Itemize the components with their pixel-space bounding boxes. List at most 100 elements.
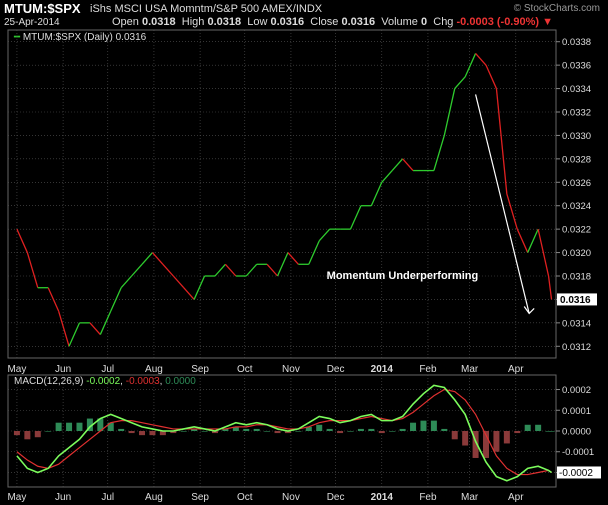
price-line-segment — [266, 263, 279, 277]
x-tick-label: May — [7, 492, 26, 503]
macd-histogram-bar — [55, 422, 62, 431]
macd-histogram-bar — [368, 428, 375, 431]
price-line-segment — [495, 88, 508, 195]
price-y-tick-label: 0.0332 — [562, 108, 591, 119]
price-line-segment — [193, 275, 206, 300]
x-tick-label: Feb — [419, 492, 437, 503]
macd-histogram-bar — [389, 431, 396, 432]
price-line-segment — [349, 205, 362, 230]
price-y-tick-label: 0.0326 — [562, 178, 591, 189]
price-line-segment — [391, 158, 404, 172]
macd-histogram-bar — [410, 422, 417, 431]
price-line-segment — [183, 287, 195, 300]
macd-histogram-bar — [337, 431, 344, 434]
macd-histogram-bar — [295, 431, 302, 432]
price-line-segment — [433, 135, 445, 171]
macd-histogram-bar — [264, 431, 271, 432]
x-tick-label: Dec — [327, 492, 345, 503]
price-line-segment — [443, 88, 456, 136]
x-tick-label: Apr — [508, 364, 524, 375]
x-tick-label: Oct — [237, 492, 253, 503]
macd-histogram-bar — [45, 431, 52, 432]
x-tick-label: Dec — [327, 364, 345, 375]
price-line-segment — [26, 252, 39, 288]
price-line-segment — [224, 263, 237, 277]
macd-histogram-bar — [243, 428, 250, 431]
price-line-segment — [245, 263, 258, 277]
macd-histogram-bar — [24, 431, 31, 440]
macd-histogram-bar — [441, 428, 448, 431]
macd-histogram-bar — [399, 428, 406, 431]
price-line-segment — [464, 53, 477, 78]
macd-histogram-bar — [180, 431, 187, 432]
x-tick-label: Jul — [101, 364, 114, 375]
price-line-segment — [454, 76, 466, 90]
price-line-segment — [162, 263, 174, 277]
price-y-tick-label: 0.0318 — [562, 272, 591, 283]
annotation-text: Momentum Underperforming — [327, 270, 479, 282]
macd-histogram-bar — [139, 431, 146, 436]
price-y-tick-label: 0.0322 — [562, 225, 591, 236]
macd-histogram-bar — [378, 431, 385, 434]
price-line-segment — [47, 287, 60, 312]
price-line-segment — [506, 193, 518, 230]
annotation-arrow — [475, 94, 530, 314]
macd-histogram-bar — [357, 428, 364, 431]
macd-y-tick-label: 0.0002 — [562, 385, 591, 396]
macd-y-tick-label: -0.0001 — [562, 447, 594, 458]
price-y-tick-label: 0.0330 — [562, 131, 591, 142]
price-y-tick-label: 0.0338 — [562, 37, 591, 48]
macd-histogram-bar — [420, 420, 427, 431]
macd-histogram-bar — [548, 431, 555, 432]
macd-histogram-bar — [316, 424, 323, 431]
price-line-segment — [16, 228, 28, 253]
macd-histogram-bar — [524, 424, 531, 431]
price-line-segment — [547, 275, 553, 300]
price-y-tick-label: 0.0314 — [562, 318, 591, 329]
price-line-segment — [287, 252, 299, 265]
macd-histogram-bar — [66, 422, 73, 431]
price-y-tick-label: 0.0320 — [562, 248, 591, 259]
macd-last-label: -0.0002 — [559, 468, 593, 479]
x-tick-label: Nov — [282, 364, 300, 375]
x-tick-label: 2014 — [371, 492, 394, 503]
macd-histogram-bar — [535, 424, 542, 431]
macd-histogram-bar — [503, 431, 510, 444]
x-tick-label: Aug — [145, 492, 163, 503]
price-line-segment — [120, 275, 133, 289]
x-tick-label: May — [7, 364, 26, 375]
macd-histogram-bar — [201, 431, 208, 432]
macd-histogram-bar — [76, 422, 83, 431]
price-line-segment — [475, 52, 487, 66]
price-line-segment — [370, 182, 383, 206]
price-line-segment — [381, 170, 393, 183]
price-line-segment — [172, 275, 185, 289]
price-y-tick-label: 0.0324 — [562, 201, 591, 212]
x-tick-label: Mar — [461, 492, 479, 503]
price-y-tick-label: 0.0312 — [562, 342, 591, 353]
price-line-segment — [527, 228, 539, 253]
x-tick-label: Sep — [191, 492, 209, 503]
x-tick-label: Mar — [461, 364, 479, 375]
price-line-segment — [89, 322, 101, 336]
price-y-tick-label: 0.0328 — [562, 154, 591, 165]
macd-histogram-bar — [326, 428, 333, 431]
price-line-segment — [131, 263, 143, 277]
macd-histogram-bar — [13, 431, 20, 436]
price-line-segment — [276, 252, 289, 277]
x-tick-label: Sep — [191, 364, 209, 375]
x-tick-label: Apr — [508, 492, 524, 503]
last-price-label: 0.0316 — [560, 295, 591, 306]
macd-histogram-bar — [253, 428, 260, 431]
macd-histogram-bar — [514, 431, 521, 434]
price-line-segment — [402, 158, 414, 172]
x-tick-label: Feb — [419, 364, 437, 375]
price-y-tick-label: 0.0334 — [562, 84, 591, 95]
chart-svg: May May Jun Jun Jul Jul Aug Aug Sep Sep Oct Oct Nov N… — [7, 29, 601, 503]
macd-histogram-bar — [493, 431, 500, 452]
macd-histogram-bar — [118, 428, 125, 431]
x-tick-label: 2014 — [371, 364, 394, 375]
macd-histogram-bar — [430, 420, 437, 431]
price-line-segment — [485, 64, 498, 89]
macd-y-tick-label: 0.0001 — [562, 406, 591, 417]
